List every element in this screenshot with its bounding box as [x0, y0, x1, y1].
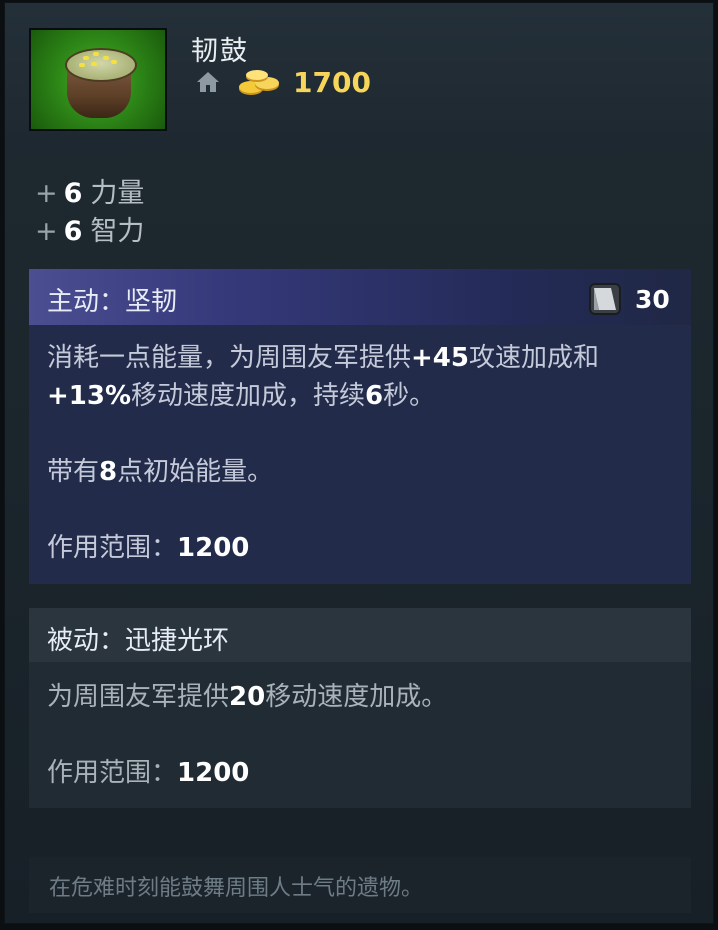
stat-strength: +6 力量 — [35, 178, 145, 209]
item-tooltip: 韧鼓 1700 +6 力量 +6 智力 主动：坚韧 30 消耗一点能量，为周围友… — [4, 2, 714, 924]
range-label: 作用范围： — [47, 533, 178, 563]
stat-value: 6 — [63, 216, 83, 247]
drum-item-icon — [29, 28, 167, 131]
item-cost: 1700 — [293, 66, 371, 99]
gold-coins-icon — [239, 70, 279, 95]
cooldown-value: 30 — [635, 285, 670, 314]
passive-ability-panel: 被动：迅捷光环 为周围友军提供20移动速度加成。 作用范围：1200 — [29, 608, 691, 808]
active-ability-description: 消耗一点能量，为周围友军提供+45攻速加成和 +13%移动速度加成，持续6秒。 — [47, 343, 599, 411]
active-ability-title: 主动：坚韧 — [47, 287, 178, 317]
active-ability-range: 作用范围：1200 — [47, 529, 677, 567]
active-ability-charges: 带有8点初始能量。 — [47, 457, 274, 487]
cooldown-icon — [589, 283, 621, 315]
lore-text: 在危难时刻能鼓舞周围人士气的遗物。 — [49, 876, 424, 901]
passive-ability-range: 作用范围：1200 — [47, 754, 677, 792]
active-ability-header: 主动：坚韧 30 — [29, 269, 691, 325]
stat-list: +6 力量 +6 智力 — [35, 171, 144, 247]
active-ability-panel: 主动：坚韧 30 消耗一点能量，为周围友军提供+45攻速加成和 +13%移动速度… — [29, 269, 691, 584]
stat-label: 力量 — [90, 178, 145, 209]
stat-value: 6 — [63, 178, 83, 209]
range-value: 1200 — [177, 533, 250, 563]
tooltip-header: 韧鼓 1700 — [5, 3, 713, 145]
range-value: 1200 — [177, 758, 250, 788]
stat-intelligence: +6 智力 — [35, 216, 145, 247]
passive-ability-title: 被动：迅捷光环 — [47, 626, 230, 656]
passive-ability-description: 为周围友军提供20移动速度加成。 — [47, 682, 448, 712]
stat-label: 智力 — [90, 216, 145, 247]
home-icon — [197, 72, 219, 92]
drum-top — [65, 48, 137, 82]
passive-ability-header: 被动：迅捷光环 — [29, 608, 691, 662]
range-label: 作用范围： — [47, 758, 178, 788]
item-name: 韧鼓 — [191, 36, 249, 67]
lore-box: 在危难时刻能鼓舞周围人士气的遗物。 — [29, 857, 691, 913]
